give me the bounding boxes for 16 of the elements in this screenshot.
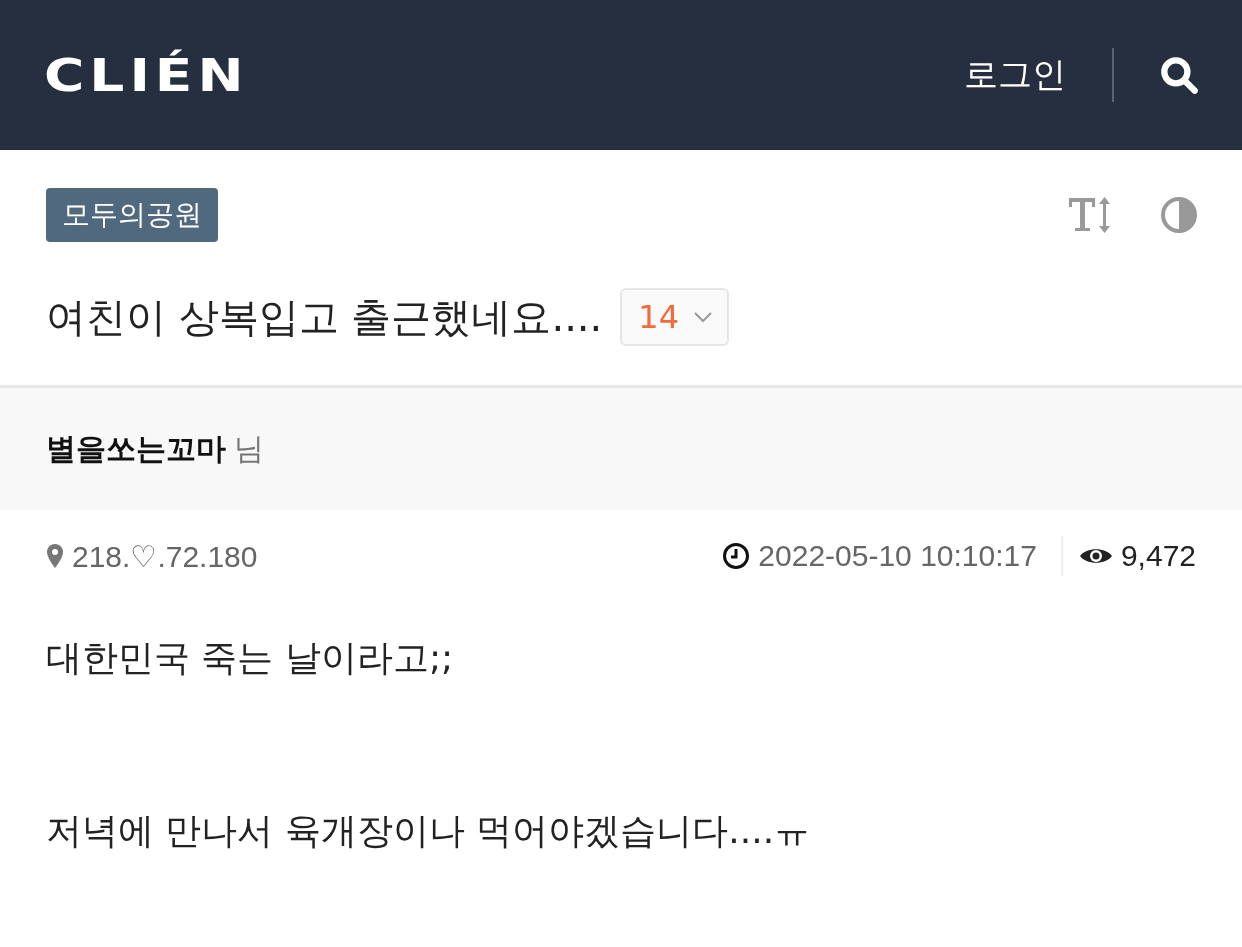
board-tag[interactable]: 모두의공원	[46, 188, 218, 242]
location-pin-icon	[46, 543, 64, 569]
chevron-icon	[693, 311, 713, 323]
post-title: 여친이 상복입고 출근했네요....	[46, 292, 603, 342]
clock-icon	[722, 542, 751, 570]
post-datetime: 2022-05-10 10:10:17	[758, 539, 1037, 573]
post-paragraph: 저녁에 만나서 육개장이나 먹어야겠습니다....ㅠ	[46, 809, 812, 853]
logo[interactable]: CLIÉN	[44, 49, 249, 101]
search-icon[interactable]	[1158, 54, 1200, 96]
author-name[interactable]: 별을쏘는꼬마	[46, 428, 226, 470]
login-link[interactable]: 로그인	[964, 52, 1066, 98]
author-suffix: 님	[234, 429, 264, 468]
post-paragraph: 대한민국 죽는 날이라고;;	[46, 636, 455, 680]
view-count: 9,472	[1120, 539, 1196, 573]
ip-address: 218.♡.72.180	[72, 538, 258, 574]
contrast-icon[interactable]	[1160, 196, 1198, 234]
